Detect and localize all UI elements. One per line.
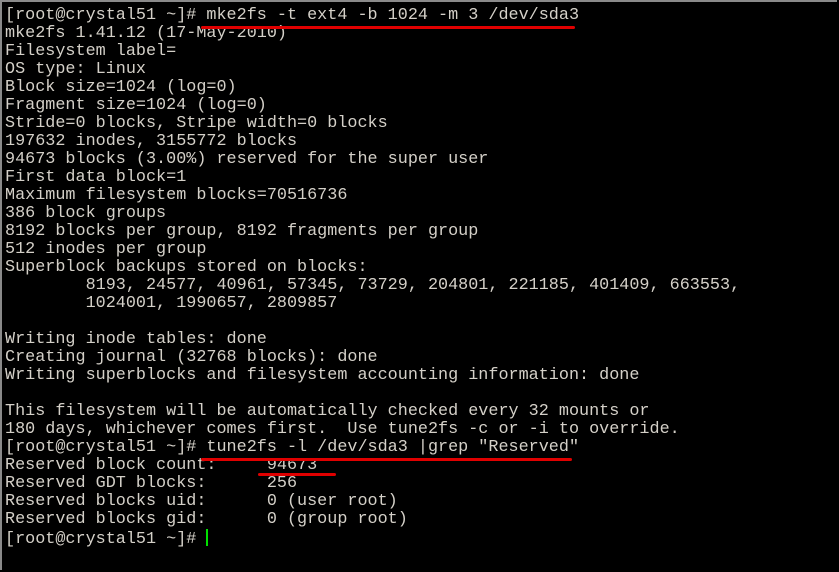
annotation-underline-tune2fs	[201, 458, 572, 461]
terminal-line: 180 days, whichever comes first. Use tun…	[5, 420, 680, 439]
prompt: [root@crystal51 ~]#	[5, 530, 207, 549]
terminal-line: 1024001, 1990657, 2809857	[5, 294, 338, 313]
annotation-underline-count	[258, 473, 336, 476]
text-cursor	[206, 529, 209, 546]
terminal-line: Maximum filesystem blocks=70516736	[5, 186, 348, 205]
terminal-line: OS type: Linux	[5, 60, 146, 79]
terminal-window[interactable]: [root@crystal51 ~]# mke2fs -t ext4 -b 10…	[0, 0, 837, 570]
terminal-line: Reserved GDT blocks: 256	[5, 474, 298, 493]
terminal-line: 197632 inodes, 3155772 blocks	[5, 132, 298, 151]
terminal-line: Filesystem label=	[5, 42, 177, 61]
terminal-line: Stride=0 blocks, Stripe width=0 blocks	[5, 114, 388, 133]
terminal-line: Reserved blocks gid: 0 (group root)	[5, 510, 408, 529]
terminal-line: [root@crystal51 ~]# tune2fs -l /dev/sda3…	[5, 438, 580, 457]
terminal-line: Writing inode tables: done	[5, 330, 267, 349]
terminal-line: This filesystem will be automatically ch…	[5, 402, 650, 421]
current-prompt-line[interactable]: [root@crystal51 ~]#	[5, 529, 209, 549]
terminal-line: Fragment size=1024 (log=0)	[5, 96, 267, 115]
terminal-line: Block size=1024 (log=0)	[5, 78, 237, 97]
terminal-line: 94673 blocks (3.00%) reserved for the su…	[5, 150, 489, 169]
terminal-line: Reserved blocks uid: 0 (user root)	[5, 492, 398, 511]
terminal-line: 8192 blocks per group, 8192 fragments pe…	[5, 222, 479, 241]
annotation-underline-mke2fs	[201, 26, 575, 29]
terminal-line: Superblock backups stored on blocks:	[5, 258, 368, 277]
terminal-line: Writing superblocks and filesystem accou…	[5, 366, 640, 385]
terminal-line: 386 block groups	[5, 204, 167, 223]
terminal-line: Creating journal (32768 blocks): done	[5, 348, 378, 367]
terminal-line: 8193, 24577, 40961, 57345, 73729, 204801…	[5, 276, 741, 295]
terminal-line: 512 inodes per group	[5, 240, 207, 259]
terminal-line: First data block=1	[5, 168, 187, 187]
terminal-output: [root@crystal51 ~]# mke2fs -t ext4 -b 10…	[5, 7, 740, 529]
terminal-line: [root@crystal51 ~]# mke2fs -t ext4 -b 10…	[5, 6, 580, 25]
